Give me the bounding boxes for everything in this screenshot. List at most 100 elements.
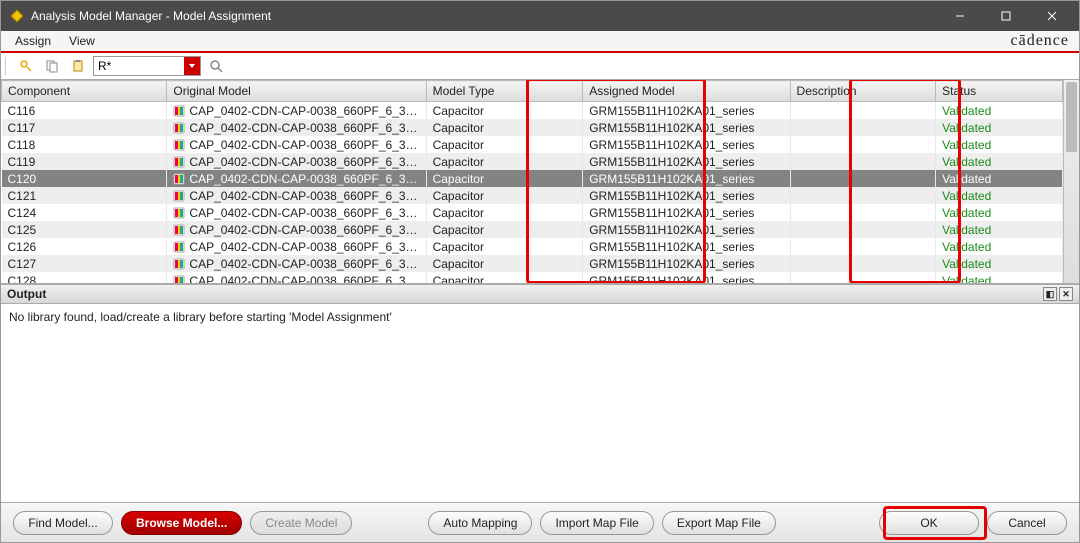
cell-assigned-model[interactable]: GRM155B11H102KA01_series	[583, 136, 790, 153]
cell-model-type[interactable]: Capacitor	[426, 119, 583, 136]
cell-original-model[interactable]: CAP_0402-CDN-CAP-0038_660PF_6_3V...	[167, 238, 426, 255]
ok-button[interactable]: OK	[879, 511, 979, 535]
filter-dropdown-icon[interactable]	[184, 57, 200, 75]
cell-original-model[interactable]: CAP_0402-CDN-CAP-0038_660PF_6_3V...	[167, 255, 426, 272]
table-row[interactable]: C116CAP_0402-CDN-CAP-0038_660PF_6_3V...C…	[2, 102, 1063, 120]
cell-assigned-model[interactable]: GRM155B11H102KA01_series	[583, 238, 790, 255]
copy-icon[interactable]	[41, 55, 63, 77]
cell-description[interactable]	[790, 187, 936, 204]
cell-assigned-model[interactable]: GRM155B11H102KA01_series	[583, 153, 790, 170]
table-row[interactable]: C119CAP_0402-CDN-CAP-0038_660PF_6_3V...C…	[2, 153, 1063, 170]
cell-description[interactable]	[790, 238, 936, 255]
cell-description[interactable]	[790, 272, 936, 284]
find-icon[interactable]	[15, 55, 37, 77]
table-row[interactable]: C128CAP_0402-CDN-CAP-0038_660PF_6_3V...C…	[2, 272, 1063, 284]
cell-status[interactable]: Validated	[936, 204, 1063, 221]
cell-original-model[interactable]: CAP_0402-CDN-CAP-0038_660PF_6_3V...	[167, 170, 426, 187]
cell-status[interactable]: Validated	[936, 170, 1063, 187]
cell-original-model[interactable]: CAP_0402-CDN-CAP-0038_660PF_6_3V...	[167, 153, 426, 170]
table-row[interactable]: C121CAP_0402-CDN-CAP-0038_660PF_6_3V...C…	[2, 187, 1063, 204]
cell-original-model[interactable]: CAP_0402-CDN-CAP-0038_660PF_6_3V...	[167, 102, 426, 120]
cancel-button[interactable]: Cancel	[987, 511, 1067, 535]
maximize-button[interactable]	[983, 1, 1029, 31]
col-original-model[interactable]: Original Model	[167, 81, 426, 102]
cell-status[interactable]: Validated	[936, 255, 1063, 272]
cell-model-type[interactable]: Capacitor	[426, 102, 583, 120]
cell-assigned-model[interactable]: GRM155B11H102KA01_series	[583, 272, 790, 284]
cell-status[interactable]: Validated	[936, 221, 1063, 238]
cell-description[interactable]	[790, 136, 936, 153]
auto-mapping-button[interactable]: Auto Mapping	[428, 511, 532, 535]
cell-description[interactable]	[790, 204, 936, 221]
col-component[interactable]: Component	[2, 81, 167, 102]
table-row[interactable]: C127CAP_0402-CDN-CAP-0038_660PF_6_3V...C…	[2, 255, 1063, 272]
cell-assigned-model[interactable]: GRM155B11H102KA01_series	[583, 221, 790, 238]
cell-description[interactable]	[790, 153, 936, 170]
cell-component[interactable]: C124	[2, 204, 167, 221]
cell-description[interactable]	[790, 119, 936, 136]
filter-combo[interactable]	[93, 56, 201, 76]
cell-original-model[interactable]: CAP_0402-CDN-CAP-0038_660PF_6_3V...	[167, 204, 426, 221]
cell-component[interactable]: C119	[2, 153, 167, 170]
cell-original-model[interactable]: CAP_0402-CDN-CAP-0038_660PF_6_3V...	[167, 187, 426, 204]
cell-model-type[interactable]: Capacitor	[426, 187, 583, 204]
close-panel-icon[interactable]: ✕	[1059, 287, 1073, 301]
cell-component[interactable]: C128	[2, 272, 167, 284]
menu-assign[interactable]: Assign	[7, 32, 59, 50]
find-model-button[interactable]: Find Model...	[13, 511, 113, 535]
cell-description[interactable]	[790, 221, 936, 238]
cell-description[interactable]	[790, 102, 936, 120]
cell-status[interactable]: Validated	[936, 238, 1063, 255]
col-description[interactable]: Description	[790, 81, 936, 102]
cell-component[interactable]: C126	[2, 238, 167, 255]
cell-model-type[interactable]: Capacitor	[426, 255, 583, 272]
import-map-file-button[interactable]: Import Map File	[540, 511, 653, 535]
cell-component[interactable]: C120	[2, 170, 167, 187]
export-map-file-button[interactable]: Export Map File	[662, 511, 776, 535]
table-row[interactable]: C124CAP_0402-CDN-CAP-0038_660PF_6_3V...C…	[2, 204, 1063, 221]
cell-model-type[interactable]: Capacitor	[426, 272, 583, 284]
cell-model-type[interactable]: Capacitor	[426, 204, 583, 221]
cell-original-model[interactable]: CAP_0402-CDN-CAP-0038_660PF_6_3V...	[167, 119, 426, 136]
cell-component[interactable]: C116	[2, 102, 167, 120]
cell-model-type[interactable]: Capacitor	[426, 153, 583, 170]
col-assigned-model[interactable]: Assigned Model	[583, 81, 790, 102]
cell-component[interactable]: C127	[2, 255, 167, 272]
cell-original-model[interactable]: CAP_0402-CDN-CAP-0038_660PF_6_3V...	[167, 272, 426, 284]
menu-view[interactable]: View	[61, 32, 103, 50]
cell-assigned-model[interactable]: GRM155B11H102KA01_series	[583, 102, 790, 120]
cell-status[interactable]: Validated	[936, 119, 1063, 136]
cell-model-type[interactable]: Capacitor	[426, 221, 583, 238]
cell-assigned-model[interactable]: GRM155B11H102KA01_series	[583, 204, 790, 221]
scrollbar-thumb[interactable]	[1066, 82, 1077, 152]
table-row[interactable]: C126CAP_0402-CDN-CAP-0038_660PF_6_3V...C…	[2, 238, 1063, 255]
cell-status[interactable]: Validated	[936, 187, 1063, 204]
cell-component[interactable]: C125	[2, 221, 167, 238]
filter-input[interactable]	[94, 57, 184, 75]
table-row[interactable]: C117CAP_0402-CDN-CAP-0038_660PF_6_3V...C…	[2, 119, 1063, 136]
cell-assigned-model[interactable]: GRM155B11H102KA01_series	[583, 187, 790, 204]
browse-model-button[interactable]: Browse Model...	[121, 511, 242, 535]
col-status[interactable]: Status	[936, 81, 1063, 102]
search-icon[interactable]	[205, 55, 227, 77]
cell-model-type[interactable]: Capacitor	[426, 136, 583, 153]
close-button[interactable]	[1029, 1, 1075, 31]
cell-component[interactable]: C117	[2, 119, 167, 136]
cell-assigned-model[interactable]: GRM155B11H102KA01_series	[583, 170, 790, 187]
cell-status[interactable]: Validated	[936, 272, 1063, 284]
cell-original-model[interactable]: CAP_0402-CDN-CAP-0038_660PF_6_3V...	[167, 221, 426, 238]
vertical-scrollbar[interactable]	[1063, 80, 1079, 284]
undock-icon[interactable]: ◧	[1043, 287, 1057, 301]
cell-assigned-model[interactable]: GRM155B11H102KA01_series	[583, 255, 790, 272]
cell-original-model[interactable]: CAP_0402-CDN-CAP-0038_660PF_6_3V...	[167, 136, 426, 153]
table-row[interactable]: C120CAP_0402-CDN-CAP-0038_660PF_6_3V...C…	[2, 170, 1063, 187]
cell-assigned-model[interactable]: GRM155B11H102KA01_series	[583, 119, 790, 136]
col-model-type[interactable]: Model Type	[426, 81, 583, 102]
minimize-button[interactable]	[937, 1, 983, 31]
cell-model-type[interactable]: Capacitor	[426, 170, 583, 187]
cell-status[interactable]: Validated	[936, 102, 1063, 120]
cell-model-type[interactable]: Capacitor	[426, 238, 583, 255]
paste-icon[interactable]	[67, 55, 89, 77]
cell-component[interactable]: C118	[2, 136, 167, 153]
cell-description[interactable]	[790, 255, 936, 272]
